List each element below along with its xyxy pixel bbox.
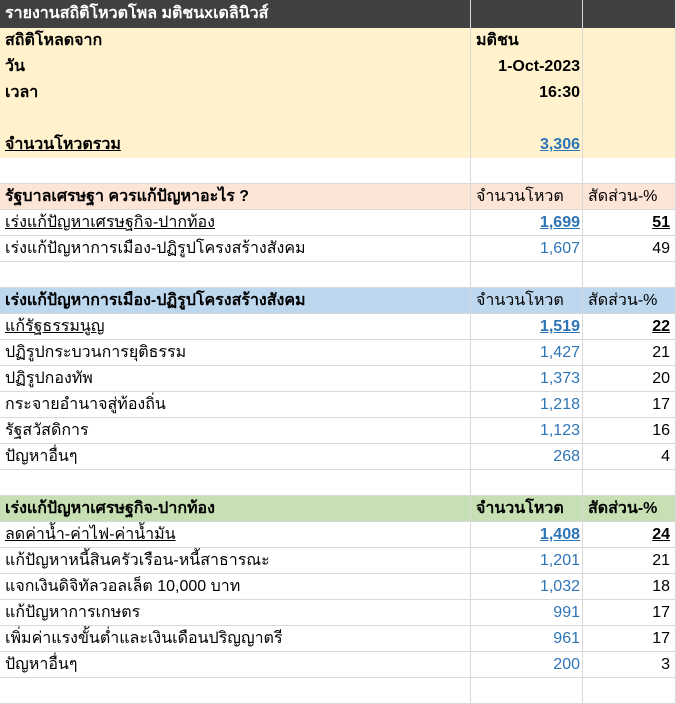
blank-row[interactable] bbox=[0, 158, 676, 184]
section-header-row[interactable]: รัฐบาลเศรษฐา ควรแก้ปัญหาอะไร ? จำนวนโหวต… bbox=[0, 184, 676, 210]
row-votes: 1,218 bbox=[539, 396, 580, 413]
row-votes: 1,373 bbox=[539, 370, 580, 387]
table-row[interactable]: แจกเงินดิจิทัลวอลเล็ต 10,000 บาท 1,032 1… bbox=[0, 574, 676, 600]
table-row[interactable]: แก้ปัญหาหนี้สินครัวเรือน-หนี้สาธารณะ 1,2… bbox=[0, 548, 676, 574]
row-share: 51 bbox=[652, 214, 670, 231]
row-share: 17 bbox=[652, 630, 670, 647]
time-label: เวลา bbox=[5, 84, 39, 101]
source-value: มติชน bbox=[476, 32, 519, 49]
row-votes: 991 bbox=[553, 604, 580, 621]
table-row[interactable]: เร่งแก้ปัญหาการเมือง-ปฏิรูปโครงสร้างสังค… bbox=[0, 236, 676, 262]
column-divider bbox=[582, 0, 583, 704]
blank-row[interactable] bbox=[0, 470, 676, 496]
row-share: 22 bbox=[652, 318, 670, 335]
info-spacer-row[interactable] bbox=[0, 106, 676, 132]
table-row[interactable]: ปฏิรูปกองทัพ 1,373 20 bbox=[0, 366, 676, 392]
row-label: ปฏิรูปกระบวนการยุติธรรม bbox=[5, 344, 187, 361]
date-row[interactable]: วัน 1-Oct-2023 bbox=[0, 54, 676, 80]
row-votes: 1,123 bbox=[539, 422, 580, 439]
row-share: 49 bbox=[652, 240, 670, 257]
row-label: เร่งแก้ปัญหาการเมือง-ปฏิรูปโครงสร้างสังค… bbox=[5, 240, 306, 257]
row-votes: 1,201 bbox=[539, 552, 580, 569]
row-share: 3 bbox=[661, 656, 670, 673]
row-votes[interactable]: 1,699 bbox=[540, 210, 580, 236]
report-title: รายงานสถิติโหวตโพล มติชนxเดลินิวส์ bbox=[5, 5, 269, 22]
table-row[interactable]: แก้รัฐธรรมนูญ 1,519 22 bbox=[0, 314, 676, 340]
blank-row[interactable] bbox=[0, 678, 676, 704]
row-label: ปฏิรูปกองทัพ bbox=[5, 370, 93, 387]
row-label: ปัญหาอื่นๆ bbox=[5, 656, 78, 673]
row-share: 17 bbox=[652, 604, 670, 621]
votes-column-header: จำนวนโหวต bbox=[476, 188, 564, 205]
section-title: เร่งแก้ปัญหาเศรษฐกิจ-ปากท้อง bbox=[5, 500, 215, 517]
table-row[interactable]: เร่งแก้ปัญหาเศรษฐกิจ-ปากท้อง 1,699 51 bbox=[0, 210, 676, 236]
row-share: 21 bbox=[652, 344, 670, 361]
row-share: 21 bbox=[652, 552, 670, 569]
table-row[interactable]: ปัญหาอื่นๆ 200 3 bbox=[0, 652, 676, 678]
section-header-row[interactable]: เร่งแก้ปัญหาการเมือง-ปฏิรูปโครงสร้างสังค… bbox=[0, 288, 676, 314]
row-share: 16 bbox=[652, 422, 670, 439]
report-title-row: รายงานสถิติโหวตโพล มติชนxเดลินิวส์ bbox=[0, 0, 676, 28]
date-value: 1-Oct-2023 bbox=[498, 58, 580, 75]
date-label: วัน bbox=[5, 58, 25, 75]
row-votes: 200 bbox=[553, 656, 580, 673]
share-column-header: สัดส่วน-% bbox=[588, 292, 658, 309]
share-column-header: สัดส่วน-% bbox=[588, 500, 658, 517]
row-votes: 961 bbox=[553, 630, 580, 647]
row-label: กระจายอำนาจสู่ท้องถิ่น bbox=[5, 396, 166, 413]
row-votes[interactable]: 1,408 bbox=[540, 522, 580, 548]
row-share: 18 bbox=[652, 578, 670, 595]
source-label: สถิติโหลดจาก bbox=[5, 32, 103, 49]
row-votes: 1,032 bbox=[539, 578, 580, 595]
row-label: แก้ปัญหาหนี้สินครัวเรือน-หนี้สาธารณะ bbox=[5, 552, 270, 569]
row-votes: 268 bbox=[553, 448, 580, 465]
share-column-header: สัดส่วน-% bbox=[588, 188, 658, 205]
row-share: 20 bbox=[652, 370, 670, 387]
table-row[interactable]: รัฐสวัสดิการ 1,123 16 bbox=[0, 418, 676, 444]
votes-column-header: จำนวนโหวต bbox=[476, 292, 564, 309]
votes-column-header: จำนวนโหวต bbox=[476, 500, 564, 517]
row-label: ปัญหาอื่นๆ bbox=[5, 448, 78, 465]
column-divider bbox=[470, 0, 471, 704]
section-title: รัฐบาลเศรษฐา ควรแก้ปัญหาอะไร ? bbox=[5, 188, 250, 205]
table-row[interactable]: ปฏิรูปกระบวนการยุติธรรม 1,427 21 bbox=[0, 340, 676, 366]
section-title: เร่งแก้ปัญหาการเมือง-ปฏิรูปโครงสร้างสังค… bbox=[5, 292, 306, 309]
table-row[interactable]: ปัญหาอื่นๆ 268 4 bbox=[0, 444, 676, 470]
row-label: แก้ปัญหาการเกษตร bbox=[5, 604, 141, 621]
blank-row[interactable] bbox=[0, 262, 676, 288]
row-label: แจกเงินดิจิทัลวอลเล็ต 10,000 บาท bbox=[5, 578, 241, 595]
total-value[interactable]: 3,306 bbox=[540, 132, 580, 158]
row-share: 4 bbox=[661, 448, 670, 465]
source-row[interactable]: สถิติโหลดจาก มติชน bbox=[0, 28, 676, 54]
row-share: 24 bbox=[652, 526, 670, 543]
row-votes: 1,607 bbox=[539, 240, 580, 257]
row-label: รัฐสวัสดิการ bbox=[5, 422, 89, 439]
row-label: เพิ่มค่าแรงขั้นต่ำและเงินเดือนปริญญาตรี bbox=[5, 630, 283, 647]
table-row[interactable]: กระจายอำนาจสู่ท้องถิ่น 1,218 17 bbox=[0, 392, 676, 418]
table-row[interactable]: เพิ่มค่าแรงขั้นต่ำและเงินเดือนปริญญาตรี … bbox=[0, 626, 676, 652]
row-label: เร่งแก้ปัญหาเศรษฐกิจ-ปากท้อง bbox=[5, 214, 215, 231]
row-label: ลดค่าน้ำ-ค่าไฟ-ค่าน้ำมัน bbox=[5, 526, 176, 543]
total-label: จำนวนโหวตรวม bbox=[5, 136, 121, 153]
row-votes: 1,427 bbox=[539, 344, 580, 361]
row-label: แก้รัฐธรรมนูญ bbox=[5, 318, 105, 335]
section-header-row[interactable]: เร่งแก้ปัญหาเศรษฐกิจ-ปากท้อง จำนวนโหวต ส… bbox=[0, 496, 676, 522]
row-share: 17 bbox=[652, 396, 670, 413]
time-row[interactable]: เวลา 16:30 bbox=[0, 80, 676, 106]
table-row[interactable]: ลดค่าน้ำ-ค่าไฟ-ค่าน้ำมัน 1,408 24 bbox=[0, 522, 676, 548]
row-votes[interactable]: 1,519 bbox=[540, 314, 580, 340]
time-value: 16:30 bbox=[539, 84, 580, 101]
total-row[interactable]: จำนวนโหวตรวม 3,306 bbox=[0, 132, 676, 158]
poll-report-sheet: รายงานสถิติโหวตโพล มติชนxเดลินิวส์ สถิติ… bbox=[0, 0, 676, 704]
table-row[interactable]: แก้ปัญหาการเกษตร 991 17 bbox=[0, 600, 676, 626]
